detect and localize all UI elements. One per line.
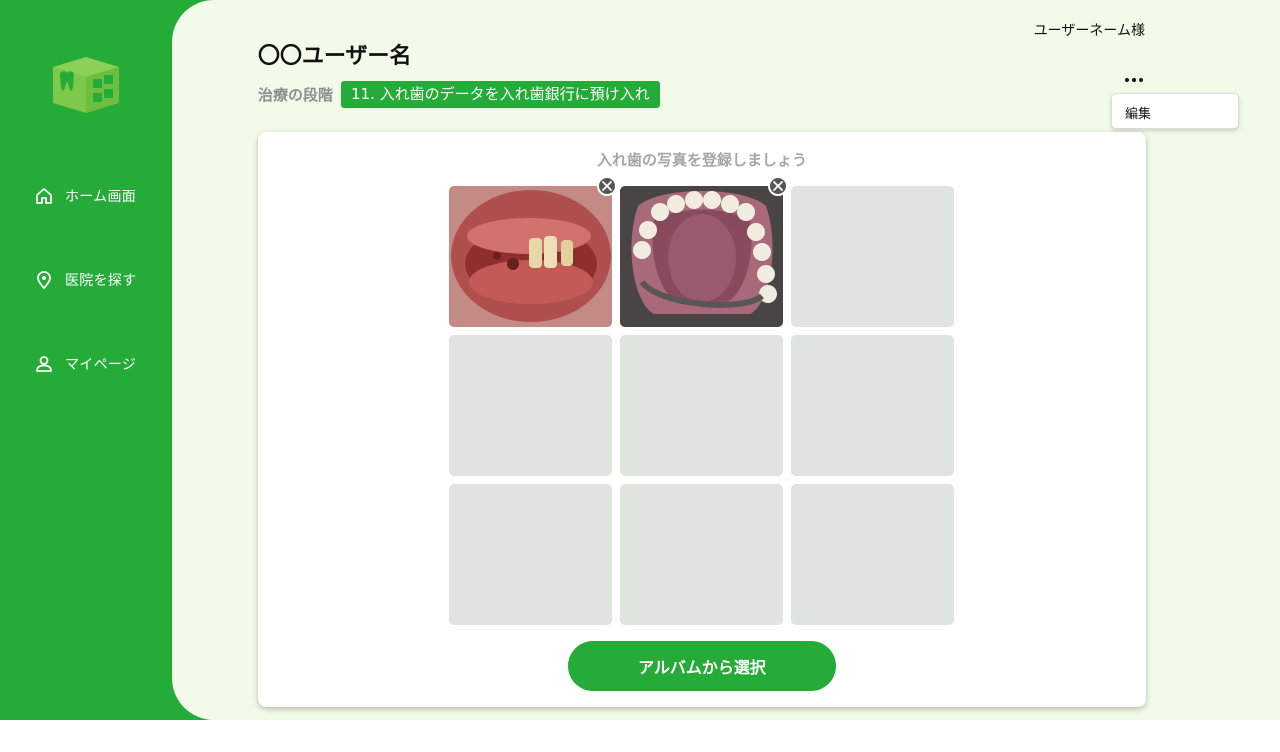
empty-photo-slot[interactable] [791,335,954,476]
photo-grid [449,176,955,625]
mouth-photo [449,186,612,327]
sidebar-item-label: ホーム画面 [65,189,137,205]
empty-photo-slot[interactable] [620,484,783,625]
photo-card: 入れ歯の写真を登録しましょう アルバムから選択 [258,132,1146,707]
dot-icon [1132,78,1136,82]
stage-badge: 11. 入れ歯のデータを入れ歯銀行に預け入れ [341,81,660,108]
home-icon [36,188,52,204]
dot-icon [1139,78,1143,82]
close-icon [773,181,783,191]
denture-photo [620,186,783,327]
username-label: ユーザーネーム様 [1033,23,1145,39]
logo-icon [53,57,119,113]
empty-photo-slot[interactable] [449,335,612,476]
remove-photo-button[interactable] [768,176,788,196]
card-heading: 入れ歯の写真を登録しましょう [596,151,807,169]
photo-tile[interactable] [449,176,617,327]
empty-photo-slot[interactable] [620,335,783,476]
empty-photo-slot[interactable] [449,484,612,625]
sidebar-item-home[interactable]: ホーム画面 [34,184,136,208]
empty-photo-slot[interactable] [791,484,954,625]
stage-label: 治療の段階 [258,86,334,104]
user-icon [36,356,52,372]
options-menu: 編集 [1111,93,1239,129]
treatment-stage: 治療の段階 11. 入れ歯のデータを入れ歯銀行に預け入れ [258,81,660,108]
dot-icon [1125,78,1129,82]
sidebar-item-find-clinic[interactable]: 医院を探す [34,268,137,292]
remove-photo-button[interactable] [597,176,617,196]
sidebar-item-mypage[interactable]: マイページ [34,352,136,376]
close-icon [602,181,612,191]
location-pin-icon [37,271,51,289]
sidebar-item-label: マイページ [65,357,137,373]
photo-tile[interactable] [620,176,788,327]
sidebar-item-label: 医院を探す [65,273,137,289]
empty-photo-slot[interactable] [791,186,954,327]
page-title: 〇〇ユーザー名 [258,44,412,69]
menu-item-edit[interactable]: 編集 [1112,94,1238,131]
more-options-button[interactable] [1121,72,1147,88]
select-from-album-button[interactable]: アルバムから選択 [568,641,836,691]
